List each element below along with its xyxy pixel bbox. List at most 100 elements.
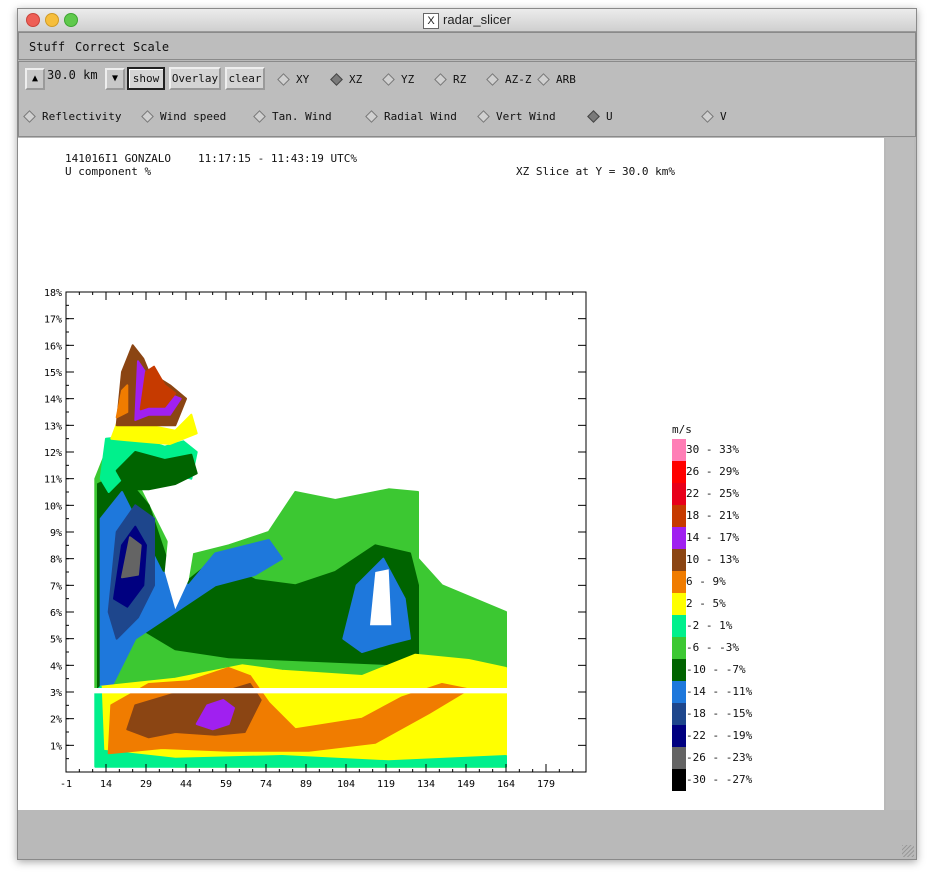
menu-scale[interactable]: Scale bbox=[133, 40, 169, 54]
y-tick-label: 16% bbox=[44, 341, 62, 352]
legend-label: -18 - -15% bbox=[686, 707, 753, 720]
field-region-8 bbox=[115, 451, 198, 491]
legend-label: 22 - 25% bbox=[686, 487, 739, 500]
legend-label: 2 - 5% bbox=[686, 597, 726, 610]
x-tick-label: 179 bbox=[537, 779, 555, 790]
field-label-vert-wind: Vert Wind bbox=[496, 110, 556, 123]
x-tick-label: 89 bbox=[300, 779, 312, 790]
legend-unit: m/s bbox=[672, 423, 692, 436]
legend-label: 18 - 21% bbox=[686, 509, 739, 522]
field-radio-radial-wind[interactable]: Radial Wind bbox=[365, 109, 457, 123]
menu-bar: Stuff Correct Scale bbox=[18, 32, 916, 60]
x-tick-label: -1 bbox=[60, 779, 72, 790]
mode-label-arb: ARB bbox=[556, 73, 576, 86]
xz-slice-plot[interactable]: 1% 2% 3% 4% 5% 6% 7% 8% 9% 10% 11% 12% 13% 14% 15% 16% 1… bbox=[18, 138, 638, 810]
color-legend: m/s 30 - 33% 26 - 29% 22 - 25% 18 - 21% 14 -… bbox=[672, 423, 792, 791]
radio-indicator bbox=[277, 72, 290, 86]
mode-radio-rz[interactable]: RZ bbox=[434, 72, 466, 86]
legend-swatch bbox=[672, 637, 686, 659]
y-tick-label: 8% bbox=[50, 555, 62, 566]
x-tick-label: 44 bbox=[180, 779, 192, 790]
field-radio-wind-speed[interactable]: Wind speed bbox=[141, 109, 227, 123]
field-label-v: V bbox=[720, 110, 727, 123]
legend-swatch bbox=[672, 593, 686, 615]
field-radio-v[interactable]: V bbox=[701, 109, 727, 123]
mode-radio-yz[interactable]: YZ bbox=[382, 72, 415, 86]
window-title-text: radar_slicer bbox=[443, 12, 511, 27]
mode-radio-arb[interactable]: ARB bbox=[537, 72, 576, 86]
legend-swatch bbox=[672, 461, 686, 483]
y-tick-label: 12% bbox=[44, 448, 62, 459]
menu-correct[interactable]: Correct bbox=[75, 40, 126, 54]
legend-swatch bbox=[672, 615, 686, 637]
legend-label: -6 - -3% bbox=[686, 641, 739, 654]
legend-label: -22 - -19% bbox=[686, 729, 753, 742]
y-tick-label: 11% bbox=[44, 475, 62, 486]
x-tick-label: 59 bbox=[220, 779, 232, 790]
mode-radio-xz[interactable]: XZ bbox=[330, 72, 363, 86]
field-radio-tan-wind[interactable]: Tan. Wind bbox=[253, 109, 332, 123]
legend-label: -26 - -23% bbox=[686, 751, 753, 764]
legend-swatch bbox=[672, 725, 686, 747]
legend-swatch bbox=[672, 747, 686, 769]
x-tick-label: 164 bbox=[497, 779, 515, 790]
radio-indicator bbox=[253, 109, 266, 123]
radio-indicator bbox=[382, 72, 395, 86]
mode-label-yz: YZ bbox=[401, 73, 415, 86]
legend-label: 26 - 29% bbox=[686, 465, 739, 478]
mode-label-xz: XZ bbox=[349, 73, 363, 86]
legend-swatch bbox=[672, 659, 686, 681]
field-radio-u[interactable]: U bbox=[587, 109, 613, 123]
legend-label: 30 - 33% bbox=[686, 443, 739, 456]
y-tick-label: 9% bbox=[50, 528, 62, 539]
overlay-button[interactable]: Overlay bbox=[169, 67, 221, 90]
field-radio-reflectivity[interactable]: Reflectivity bbox=[23, 109, 121, 123]
radio-indicator bbox=[486, 72, 499, 86]
legend-swatch bbox=[672, 483, 686, 505]
radio-indicator bbox=[477, 109, 490, 123]
legend-swatch bbox=[672, 571, 686, 593]
clear-button[interactable]: clear bbox=[225, 67, 265, 90]
legend-swatch bbox=[672, 439, 686, 461]
range-down-button[interactable]: ▼ bbox=[105, 68, 125, 90]
menu-stuff[interactable]: Stuff bbox=[29, 40, 65, 54]
x11-logo-icon: X bbox=[423, 12, 440, 29]
legend-swatch bbox=[672, 681, 686, 703]
radio-indicator-selected bbox=[587, 109, 600, 123]
radio-indicator bbox=[434, 72, 447, 86]
legend-swatch bbox=[672, 703, 686, 725]
down-arrow-icon: ▼ bbox=[111, 73, 119, 84]
y-tick-label: 13% bbox=[44, 421, 62, 432]
title-bar[interactable]: Xradar_slicer bbox=[18, 9, 916, 32]
range-up-button[interactable]: ▲ bbox=[25, 68, 45, 90]
y-tick-label: 1% bbox=[50, 741, 62, 752]
y-tick-label: 15% bbox=[44, 368, 62, 379]
legend-label: 6 - 9% bbox=[686, 575, 726, 588]
legend-label: 10 - 13% bbox=[686, 553, 739, 566]
radio-indicator bbox=[23, 109, 36, 123]
legend-label: -30 - -27% bbox=[686, 773, 753, 786]
mode-radio-xy[interactable]: XY bbox=[277, 72, 310, 86]
x-tick-label: 119 bbox=[377, 779, 395, 790]
radio-indicator-selected bbox=[330, 72, 343, 86]
x-tick-label: 104 bbox=[337, 779, 355, 790]
y-tick-label: 4% bbox=[50, 661, 62, 672]
legend-swatch bbox=[672, 769, 686, 791]
y-tick-label: 3% bbox=[50, 688, 62, 699]
y-tick-label: 17% bbox=[44, 315, 62, 326]
right-scroll-area[interactable] bbox=[886, 138, 914, 810]
field-label-tan-wind: Tan. Wind bbox=[272, 110, 332, 123]
radio-indicator bbox=[701, 109, 714, 123]
plot-canvas[interactable]: 141016I1 GONZALO 11:17:15 - 11:43:19 UTC… bbox=[18, 138, 884, 810]
legend-swatch bbox=[672, 549, 686, 571]
field-label-wind-speed: Wind speed bbox=[160, 110, 227, 123]
y-tick-label: 6% bbox=[50, 608, 62, 619]
app-window: Xradar_slicer Stuff Correct Scale ▲ 30.0… bbox=[17, 8, 917, 860]
field-radio-vert-wind[interactable]: Vert Wind bbox=[477, 109, 556, 123]
mode-radio-az-z[interactable]: AZ-Z bbox=[486, 72, 532, 86]
x-tick-label: 74 bbox=[260, 779, 272, 790]
mode-label-xy: XY bbox=[296, 73, 310, 86]
radio-indicator bbox=[365, 109, 378, 123]
resize-grip-icon[interactable] bbox=[902, 845, 914, 857]
show-button[interactable]: show bbox=[127, 67, 165, 90]
